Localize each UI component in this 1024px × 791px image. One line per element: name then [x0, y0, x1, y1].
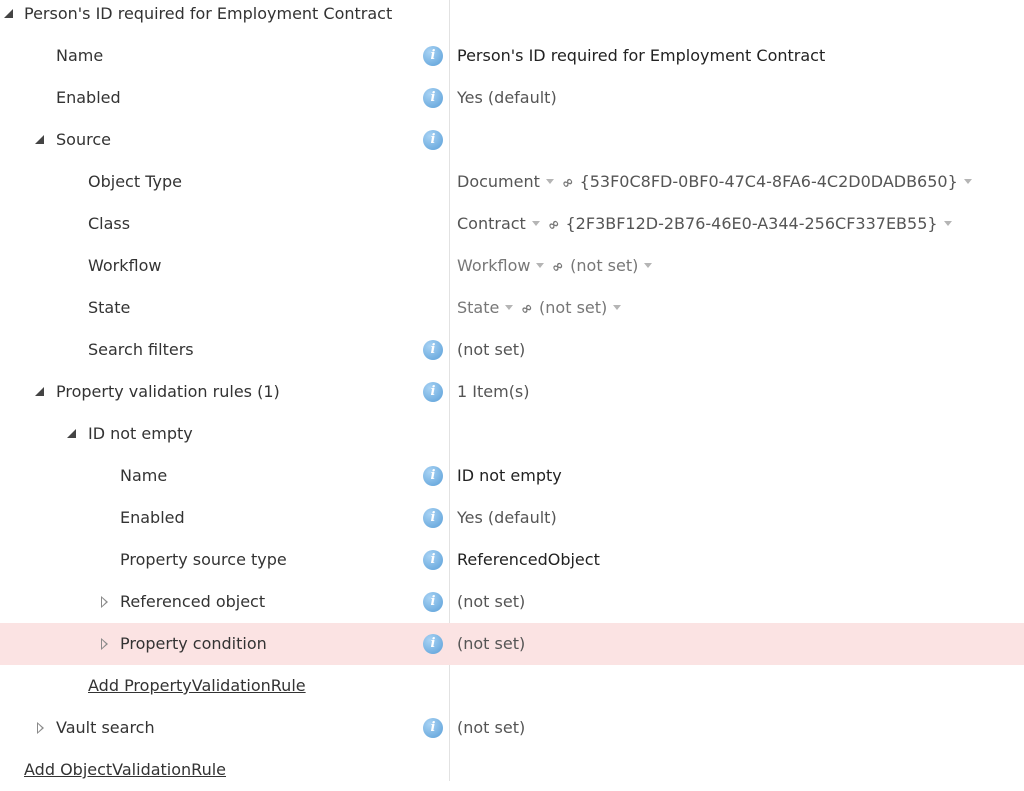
info-icon[interactable]: i	[423, 550, 443, 570]
expanded-triangle-icon[interactable]	[35, 387, 44, 396]
dropdown-arrow-icon[interactable]	[613, 305, 622, 310]
tree-label-search-filters: Search filters	[88, 340, 194, 359]
property-source-type-value[interactable]: ReferencedObject	[457, 539, 600, 581]
add-object-validation-rule-link[interactable]: Add ObjectValidationRule	[24, 749, 226, 791]
tree-label-property-source-type: Property source type	[120, 550, 287, 569]
tree-row-referenced-object[interactable]: Referenced object i (not set)	[0, 581, 1024, 623]
tree-row-class[interactable]: Class Contract ∞ {2F3BF12D-2B76-46E0-A344-…	[0, 203, 1024, 245]
rule-enabled-value[interactable]: Yes (default)	[457, 497, 557, 539]
rule-name-value[interactable]: ID not empty	[457, 455, 562, 497]
tree-label-workflow: Workflow	[88, 256, 162, 275]
dropdown-arrow-icon[interactable]	[531, 221, 540, 226]
tree-row-property-condition[interactable]: Property condition i (not set)	[0, 623, 1024, 665]
object-type-value[interactable]: Document ∞ {53F0C8FD-0BF0-47C4-8FA6-4C2D0D…	[457, 161, 980, 204]
tree-row-search-filters[interactable]: Search filters i (not set)	[0, 329, 1024, 371]
class-selection[interactable]: Contract	[457, 214, 526, 233]
tree-row-enabled[interactable]: Enabled i Yes (default)	[0, 77, 1024, 119]
name-value[interactable]: Person's ID required for Employment Cont…	[457, 35, 825, 77]
tree-label-rule-name: Name	[120, 466, 168, 485]
workflow-selection[interactable]: Workflow	[457, 256, 530, 275]
vault-search-value[interactable]: (not set)	[457, 707, 525, 749]
dropdown-arrow-icon[interactable]	[943, 221, 952, 226]
tree-row-name[interactable]: Name i Person's ID required for Employme…	[0, 35, 1024, 77]
workflow-value[interactable]: Workflow ∞ (not set)	[457, 245, 660, 288]
tree-row-rule-name[interactable]: Name i ID not empty	[0, 455, 1024, 497]
enabled-value[interactable]: Yes (default)	[457, 77, 557, 119]
expanded-triangle-icon[interactable]	[35, 135, 44, 144]
info-icon[interactable]: i	[423, 340, 443, 360]
property-validation-rules-value[interactable]: 1 Item(s)	[457, 371, 530, 413]
dropdown-arrow-icon[interactable]	[644, 263, 653, 268]
state-selection[interactable]: State	[457, 298, 499, 317]
tree-label-property-condition: Property condition	[120, 634, 267, 653]
tree-label-state: State	[88, 298, 131, 317]
tree-row-root[interactable]: Person's ID required for Employment Cont…	[0, 0, 1024, 35]
property-condition-value[interactable]: (not set)	[457, 623, 525, 665]
tree-label-referenced-object: Referenced object	[120, 592, 266, 611]
info-icon[interactable]: i	[423, 88, 443, 108]
info-icon[interactable]: i	[423, 634, 443, 654]
info-icon[interactable]: i	[423, 466, 443, 486]
search-filters-value[interactable]: (not set)	[457, 329, 525, 371]
dropdown-arrow-icon[interactable]	[505, 305, 514, 310]
tree-row-property-validation-rules[interactable]: Property validation rules (1) i 1 Item(s…	[0, 371, 1024, 413]
expanded-triangle-icon[interactable]	[4, 9, 13, 18]
info-icon[interactable]: i	[423, 382, 443, 402]
add-property-validation-rule-link[interactable]: Add PropertyValidationRule	[88, 665, 306, 707]
expanded-triangle-icon[interactable]	[67, 429, 76, 438]
tree-row-object-type[interactable]: Object Type Document ∞ {53F0C8FD-0BF0-47C4…	[0, 161, 1024, 203]
tree-row-state[interactable]: State State ∞ (not set)	[0, 287, 1024, 329]
tree-row-add-property-validation-rule: Add PropertyValidationRule	[0, 665, 1024, 707]
info-icon[interactable]: i	[423, 130, 443, 150]
tree-label-root: Person's ID required for Employment Cont…	[24, 4, 393, 23]
workflow-guid[interactable]: (not set)	[570, 256, 638, 275]
dropdown-arrow-icon[interactable]	[536, 263, 545, 268]
dropdown-arrow-icon[interactable]	[545, 179, 554, 184]
tree-label-vault-search: Vault search	[56, 718, 155, 737]
dropdown-arrow-icon[interactable]	[963, 179, 972, 184]
tree-label-source: Source	[56, 130, 111, 149]
collapsed-triangle-icon[interactable]	[101, 638, 108, 650]
object-type-selection[interactable]: Document	[457, 172, 540, 191]
collapsed-triangle-icon[interactable]	[101, 596, 108, 608]
info-icon[interactable]: i	[423, 592, 443, 612]
tree-row-property-source-type[interactable]: Property source type i ReferencedObject	[0, 539, 1024, 581]
tree-row-vault-search[interactable]: Vault search i (not set)	[0, 707, 1024, 749]
tree-label-id-not-empty: ID not empty	[88, 424, 193, 443]
state-guid[interactable]: (not set)	[539, 298, 607, 317]
tree-row-id-not-empty[interactable]: ID not empty	[0, 413, 1024, 455]
info-icon[interactable]: i	[423, 46, 443, 66]
tree-label-object-type: Object Type	[88, 172, 182, 191]
tree-label-name: Name	[56, 46, 104, 65]
tree-row-source[interactable]: Source i	[0, 119, 1024, 161]
tree-row-rule-enabled[interactable]: Enabled i Yes (default)	[0, 497, 1024, 539]
collapsed-triangle-icon[interactable]	[37, 722, 44, 734]
info-icon[interactable]: i	[423, 718, 443, 738]
tree-row-add-object-validation-rule: Add ObjectValidationRule	[0, 749, 1024, 791]
class-value[interactable]: Contract ∞ {2F3BF12D-2B76-46E0-A344-256CF3…	[457, 203, 960, 246]
tree-label-enabled: Enabled	[56, 88, 121, 107]
tree-label-property-validation-rules: Property validation rules (1)	[56, 382, 280, 401]
info-icon[interactable]: i	[423, 508, 443, 528]
object-type-guid[interactable]: {53F0C8FD-0BF0-47C4-8FA6-4C2D0DADB650}	[580, 172, 958, 191]
tree-row-workflow[interactable]: Workflow Workflow ∞ (not set)	[0, 245, 1024, 287]
tree-label-rule-enabled: Enabled	[120, 508, 185, 527]
class-guid[interactable]: {2F3BF12D-2B76-46E0-A344-256CF337EB55}	[566, 214, 938, 233]
tree-label-class: Class	[88, 214, 131, 233]
state-value[interactable]: State ∞ (not set)	[457, 287, 629, 330]
referenced-object-value[interactable]: (not set)	[457, 581, 525, 623]
